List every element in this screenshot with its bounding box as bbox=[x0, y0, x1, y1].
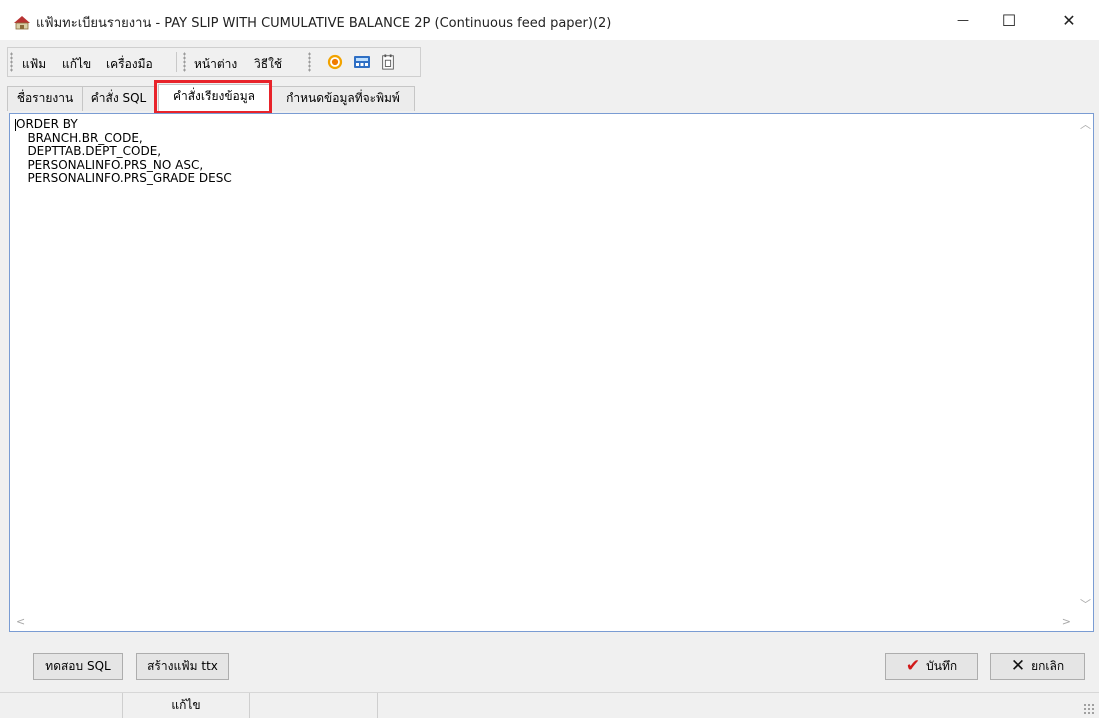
calendar-icon[interactable] bbox=[379, 54, 397, 70]
app-icon bbox=[14, 16, 30, 30]
toolbar-separator bbox=[176, 52, 177, 72]
menu-edit[interactable]: แก้ไข bbox=[62, 55, 91, 74]
button-label: บันทึก bbox=[926, 659, 958, 673]
toolbar-grip[interactable] bbox=[183, 52, 186, 72]
maximize-button[interactable]: ☐ bbox=[986, 0, 1032, 40]
window-title: แฟ้มทะเบียนรายงาน - PAY SLIP WITH CUMULA… bbox=[36, 16, 612, 31]
menu-file[interactable]: แฟ้ม bbox=[22, 55, 46, 74]
button-label: สร้างแฟ้ม ttx bbox=[147, 659, 218, 673]
minimize-button[interactable]: — bbox=[940, 0, 986, 40]
cross-icon: ✕ bbox=[1010, 656, 1026, 676]
status-cell-empty bbox=[0, 693, 123, 718]
test-sql-button[interactable]: ทดสอบ SQL bbox=[33, 653, 123, 680]
tab-label: ชื่อรายงาน bbox=[16, 91, 74, 105]
create-ttx-button[interactable]: สร้างแฟ้ม ttx bbox=[136, 653, 229, 680]
checkmark-icon: ✔ bbox=[905, 656, 921, 676]
status-mode-text: แก้ไข bbox=[171, 698, 201, 712]
menu-help[interactable]: วิธีใช้ bbox=[254, 55, 282, 74]
tab-label: คำสั่ง SQL bbox=[90, 91, 147, 105]
close-icon: ✕ bbox=[1062, 10, 1076, 30]
text-caret bbox=[15, 119, 16, 131]
tab-sql-command[interactable]: คำสั่ง SQL bbox=[82, 86, 155, 111]
status-cell-mode: แก้ไข bbox=[123, 693, 250, 718]
button-label: ยกเลิก bbox=[1031, 659, 1065, 673]
tab-print-fields[interactable]: กำหนดข้อมูลที่จะพิมพ์ bbox=[271, 86, 415, 111]
close-button[interactable]: ✕ bbox=[1046, 0, 1092, 40]
tab-label: กำหนดข้อมูลที่จะพิมพ์ bbox=[286, 91, 400, 105]
scroll-right-icon[interactable]: > bbox=[1062, 615, 1071, 628]
menu-window[interactable]: หน้าต่าง bbox=[194, 55, 237, 74]
menu-toolbar: แฟ้ม แก้ไข เครื่องมือ หน้าต่าง วิธีใช้ bbox=[7, 47, 421, 77]
scroll-down-icon[interactable]: ﹀ bbox=[1080, 596, 1091, 612]
cancel-button[interactable]: ✕ ยกเลิก bbox=[990, 653, 1085, 680]
button-label: ทดสอบ SQL bbox=[45, 659, 111, 673]
tab-report-name[interactable]: ชื่อรายงาน bbox=[7, 86, 83, 111]
tab-label: คำสั่งเรียงข้อมูล bbox=[172, 89, 256, 103]
target-icon[interactable] bbox=[326, 54, 344, 70]
status-bar: แก้ไข bbox=[0, 692, 1099, 718]
resize-grip[interactable] bbox=[1083, 703, 1095, 715]
editor-text[interactable]: ORDER BY BRANCH.BR_CODE, DEPTTAB.DEPT_CO… bbox=[16, 117, 232, 186]
toolbar-grip[interactable] bbox=[308, 52, 311, 72]
minimize-icon: — bbox=[957, 13, 969, 27]
horizontal-scrollbar[interactable]: < > bbox=[10, 614, 1093, 631]
status-cell-empty bbox=[250, 693, 378, 718]
menu-tools[interactable]: เครื่องมือ bbox=[106, 55, 153, 74]
title-bar: แฟ้มทะเบียนรายงาน - PAY SLIP WITH CUMULA… bbox=[0, 0, 1099, 40]
maximize-icon: ☐ bbox=[1001, 10, 1017, 30]
calculator-icon[interactable] bbox=[353, 54, 371, 70]
vertical-scrollbar[interactable]: ︿ ﹀ bbox=[1076, 114, 1093, 614]
scroll-up-icon[interactable]: ︿ bbox=[1080, 116, 1091, 132]
scroll-left-icon[interactable]: < bbox=[16, 615, 25, 628]
toolbar-grip[interactable] bbox=[10, 52, 13, 72]
sort-command-editor[interactable]: ORDER BY BRANCH.BR_CODE, DEPTTAB.DEPT_CO… bbox=[9, 113, 1094, 632]
tab-sort-command[interactable]: คำสั่งเรียงข้อมูล bbox=[158, 84, 270, 112]
save-button[interactable]: ✔ บันทึก bbox=[885, 653, 978, 680]
